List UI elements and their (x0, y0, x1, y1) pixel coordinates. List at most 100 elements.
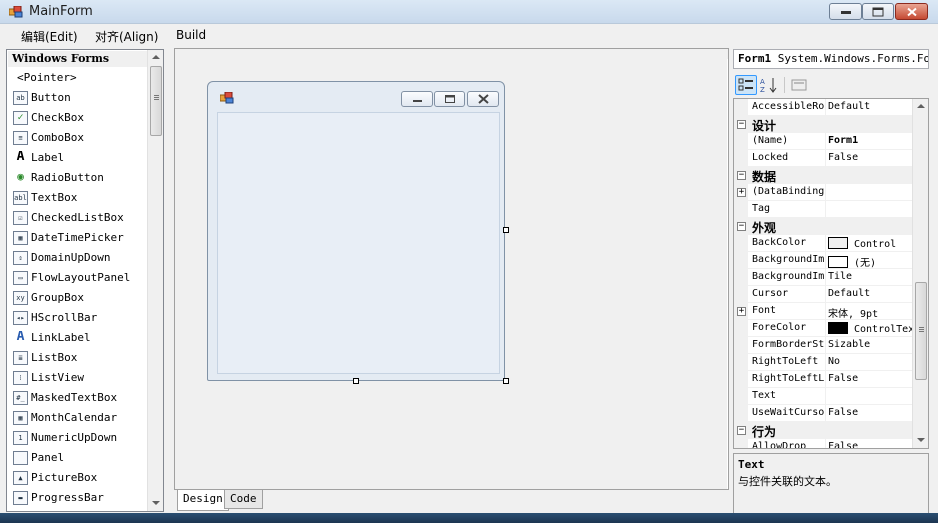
property-value[interactable]: No (825, 354, 914, 371)
property-value[interactable]: False (825, 371, 914, 388)
property-row[interactable]: Cursor Default (734, 286, 914, 303)
property-row[interactable]: BackgroundImageLayout Tile (734, 269, 914, 286)
toolbox-item[interactable]: ✓ CheckBox (9, 108, 149, 128)
toolbox-category-header[interactable]: Windows Forms (8, 51, 148, 67)
toolbox-item[interactable]: ◂▸ HScrollBar (9, 308, 149, 328)
tab-code[interactable]: Code (224, 490, 263, 509)
property-value[interactable]: False (825, 439, 914, 448)
form-close-button[interactable] (467, 91, 499, 107)
property-value[interactable]: 宋体, 9pt (825, 303, 914, 320)
menu-edit[interactable]: 编辑(Edit) (21, 28, 78, 45)
toolbox-item[interactable]: ⇕ DomainUpDown (9, 248, 149, 268)
menu-build[interactable]: Build (176, 28, 206, 42)
toolbox-item[interactable]: ▦ DateTimePicker (9, 228, 149, 248)
designer-canvas[interactable] (185, 59, 728, 489)
property-category[interactable]: − 设计 (734, 116, 914, 133)
toolbox-scroll-thumb[interactable] (150, 66, 162, 136)
property-value[interactable]: Form1 (825, 133, 914, 150)
property-row[interactable]: + Font 宋体, 9pt (734, 303, 914, 320)
textbox-icon: abl (13, 191, 28, 205)
property-value[interactable]: (无) (825, 252, 914, 269)
toolbox-item[interactable]: abl TextBox (9, 188, 149, 208)
expand-icon[interactable]: + (737, 188, 746, 197)
property-category[interactable]: − 数据 (734, 167, 914, 184)
resize-handle-right[interactable] (503, 227, 509, 233)
toolbox-item[interactable]: ≣ ListBox (9, 348, 149, 368)
toolbox-item[interactable]: #_ MaskedTextBox (9, 388, 149, 408)
property-row[interactable]: BackColor Control (734, 235, 914, 252)
property-value[interactable]: Default (825, 286, 914, 303)
property-category[interactable]: − 外观 (734, 218, 914, 235)
property-row[interactable]: ForeColor ControlText (734, 320, 914, 337)
scroll-down-icon[interactable] (917, 438, 925, 442)
property-value[interactable]: Tile (825, 269, 914, 286)
toolbox-item[interactable]: Panel (9, 448, 149, 468)
toolbox-item[interactable]: ▬ ProgressBar (9, 488, 149, 508)
toolbox-item[interactable]: ▲ PictureBox (9, 468, 149, 488)
collapse-icon[interactable]: − (737, 426, 746, 435)
form-maximize-button[interactable] (434, 91, 465, 107)
toolbox-item[interactable]: xy GroupBox (9, 288, 149, 308)
collapse-icon[interactable]: − (737, 120, 746, 129)
form-minimize-button[interactable] (401, 91, 433, 107)
property-grid[interactable]: AccessibleRoleDefault−设计(Name)Form1Locke… (733, 98, 929, 449)
categorized-button[interactable] (735, 75, 757, 95)
property-value[interactable]: Control (825, 235, 914, 252)
property-row[interactable]: (Name) Form1 (734, 133, 914, 150)
property-row[interactable]: AccessibleRole Default (734, 99, 914, 116)
designer-surface[interactable] (174, 48, 729, 490)
toolbox-item[interactable]: ▭ FlowLayoutPanel (9, 268, 149, 288)
title-bar[interactable]: MainForm (0, 0, 938, 24)
scroll-up-icon[interactable] (917, 104, 925, 108)
property-row[interactable]: Text (734, 388, 914, 405)
property-value[interactable] (825, 184, 914, 201)
scroll-down-icon[interactable] (152, 501, 160, 505)
minimize-button[interactable] (829, 3, 862, 20)
property-row[interactable]: Locked False (734, 150, 914, 167)
toolbox-scrollbar[interactable] (147, 50, 163, 511)
property-value[interactable]: Default (825, 99, 914, 116)
toolbox-item[interactable]: ab Button (9, 88, 149, 108)
property-value[interactable]: Sizable (825, 337, 914, 354)
tab-design[interactable]: Design (177, 490, 229, 511)
property-row[interactable]: RightToLeft No (734, 354, 914, 371)
expand-icon[interactable]: + (737, 307, 746, 316)
collapse-icon[interactable]: − (737, 222, 746, 231)
menu-align[interactable]: 对齐(Align) (95, 28, 158, 45)
maximize-button[interactable] (862, 3, 894, 20)
property-value[interactable]: False (825, 405, 914, 422)
property-row[interactable]: Tag (734, 201, 914, 218)
toolbox-item[interactable]: <Pointer> (9, 68, 149, 88)
property-grid-scrollbar[interactable] (912, 99, 928, 448)
property-value[interactable]: ControlText (825, 320, 914, 337)
property-value[interactable] (825, 388, 914, 405)
property-value[interactable] (825, 201, 914, 218)
toolbox-item[interactable]: ◉ RadioButton (9, 168, 149, 188)
toolbox-item[interactable]: ☑ CheckedListBox (9, 208, 149, 228)
toolbox-item[interactable]: ⁞ ListView (9, 368, 149, 388)
property-row[interactable]: + (DataBindings) (734, 184, 914, 201)
property-row[interactable]: FormBorderStyle Sizable (734, 337, 914, 354)
close-button[interactable] (895, 3, 928, 20)
property-row[interactable]: AllowDrop False (734, 439, 914, 448)
property-category[interactable]: − 行为 (734, 422, 914, 439)
collapse-icon[interactable]: − (737, 171, 746, 180)
resize-handle-corner[interactable] (503, 378, 509, 384)
design-form[interactable] (207, 81, 505, 381)
form-client-area[interactable] (217, 112, 500, 374)
alphabetical-button[interactable]: AZ (758, 75, 780, 95)
toolbox-item[interactable]: 1 NumericUpDown (9, 428, 149, 448)
property-row[interactable]: BackgroundImage (无) (734, 252, 914, 269)
toolbox-item[interactable]: A Label (9, 148, 149, 168)
property-value[interactable]: False (825, 150, 914, 167)
object-selector[interactable]: Form1 System.Windows.Forms.Form (733, 49, 929, 69)
toolbox-item[interactable]: A LinkLabel (9, 328, 149, 348)
property-row[interactable]: RightToLeftLayout False (734, 371, 914, 388)
property-pages-button[interactable] (788, 75, 810, 95)
property-row[interactable]: UseWaitCursor False (734, 405, 914, 422)
property-grid-scroll-thumb[interactable] (915, 282, 927, 380)
toolbox-item[interactable]: ≡ ComboBox (9, 128, 149, 148)
toolbox-item[interactable]: ▦ MonthCalendar (9, 408, 149, 428)
scroll-up-icon[interactable] (152, 55, 160, 59)
resize-handle-bottom[interactable] (353, 378, 359, 384)
